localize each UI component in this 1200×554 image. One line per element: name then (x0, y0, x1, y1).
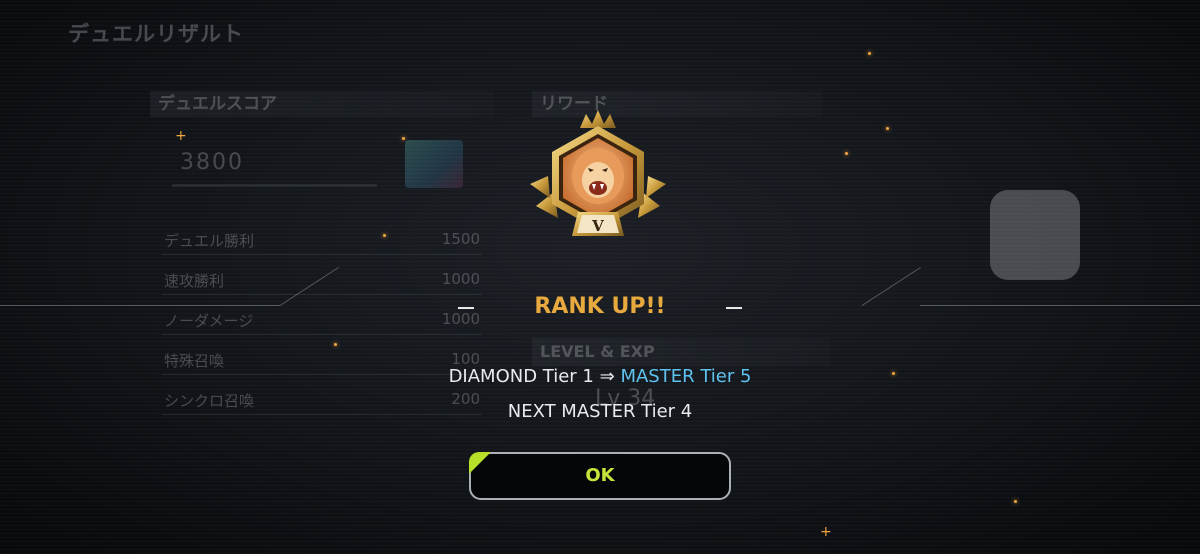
rank-arrow-icon: ⇒ (599, 366, 615, 387)
rank-change-line: DIAMOND Tier 1 ⇒ MASTER Tier 5 (0, 366, 1200, 387)
spark (868, 52, 871, 55)
score-row: 速攻勝利 1000 (162, 264, 482, 295)
spark-cross: + (175, 128, 187, 144)
next-rank-line: NEXT MASTER Tier 4 (507, 401, 693, 422)
spark (402, 137, 405, 140)
score-row-label: デュエル勝利 (164, 232, 255, 250)
master-lion-emblem-icon: V (530, 110, 666, 236)
score-row-value: 1000 (441, 270, 480, 288)
score-row: デュエル勝利 1500 (162, 224, 482, 255)
emblem-tier-label: V (591, 217, 604, 235)
score-total: 3800 (180, 150, 244, 175)
rank-from: DIAMOND Tier 1 (448, 366, 594, 387)
screen-title: デュエルリザルト (68, 22, 244, 46)
ok-button-accent (469, 452, 491, 474)
spark (1014, 500, 1017, 503)
title-dash-right (726, 307, 742, 309)
spark (383, 234, 386, 237)
spark (886, 127, 889, 130)
rank-to: MASTER Tier 5 (620, 366, 752, 387)
rank-up-title: RANK UP!! (534, 294, 666, 319)
level-panel-header: LEVEL & EXP (532, 338, 830, 366)
spark (845, 152, 848, 155)
ok-button[interactable]: OK (469, 452, 731, 500)
spark-cross: + (820, 524, 832, 540)
spark (334, 343, 337, 346)
score-panel-header: デュエルスコア (150, 91, 494, 117)
mascot-icon (990, 190, 1080, 280)
score-row-value: 1500 (441, 230, 480, 248)
reward-chest-icon (405, 140, 463, 188)
score-row-label: 速攻勝利 (164, 272, 225, 290)
